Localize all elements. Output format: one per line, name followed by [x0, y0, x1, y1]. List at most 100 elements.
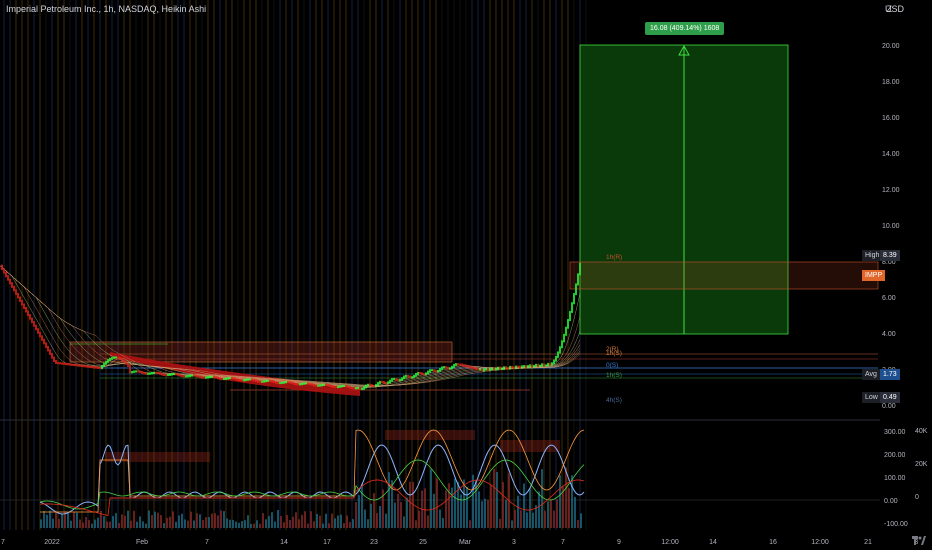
currency-label[interactable]: USD: [885, 4, 904, 14]
candle: [171, 373, 173, 376]
candle: [131, 370, 133, 374]
volume-bar: [361, 483, 363, 528]
volume-bar: [166, 517, 168, 528]
volume-bar: [364, 509, 366, 528]
candle: [527, 365, 529, 369]
candle: [47, 345, 49, 352]
candle: [313, 383, 315, 387]
candle: [409, 375, 411, 379]
volume-bar: [514, 509, 516, 528]
candle: [507, 367, 509, 370]
volume-bar: [490, 485, 492, 528]
candle: [37, 328, 39, 334]
candle: [75, 364, 77, 367]
candle: [551, 362, 553, 366]
candle: [161, 372, 163, 376]
time-axis[interactable]: 72022Feb714172325Mar37912:00141612:0021B: [1, 539, 919, 546]
volume-bar: [55, 510, 57, 528]
candle: [515, 365, 517, 370]
candle: [547, 362, 549, 367]
tradingview-logo-icon[interactable]: [912, 534, 926, 546]
candle: [103, 362, 105, 367]
volume-bar: [454, 478, 456, 528]
volume-bar: [76, 512, 78, 528]
candle: [371, 384, 373, 388]
volume-bar: [289, 519, 291, 528]
volume-bar: [340, 514, 342, 528]
candle: [365, 384, 367, 389]
volume-bar: [409, 481, 411, 528]
volume-bar: [580, 513, 582, 528]
candle: [347, 385, 349, 388]
volume-bar: [199, 514, 201, 528]
volume-bar: [298, 519, 300, 528]
candle: [557, 351, 559, 358]
candle: [241, 379, 243, 382]
volume-bar: [559, 475, 561, 528]
volume-bar: [70, 520, 72, 528]
candle: [157, 371, 159, 375]
volume-bar: [238, 522, 240, 528]
candle: [227, 377, 229, 380]
candle: [113, 356, 115, 359]
volume-bar: [277, 510, 279, 528]
volume-bar: [556, 499, 558, 528]
candle: [217, 376, 219, 380]
volume-bar: [73, 512, 75, 528]
volume-bar: [319, 515, 321, 528]
candle: [183, 375, 185, 378]
volume-bar: [307, 523, 309, 528]
candle: [387, 381, 389, 385]
candle: [119, 356, 121, 360]
candle: [541, 363, 543, 367]
volume-bar: [379, 506, 381, 528]
volume-bar: [208, 517, 210, 528]
volume-bar: [67, 511, 69, 528]
candle: [555, 355, 557, 362]
candle: [251, 378, 253, 381]
volume-bar: [520, 510, 522, 528]
candle: [345, 384, 347, 388]
ma-line: [0, 265, 581, 388]
candle: [185, 375, 187, 378]
volume-bar: [157, 512, 159, 528]
candle: [99, 366, 101, 370]
candle: [97, 366, 99, 369]
candle: [41, 335, 43, 341]
candle: [49, 349, 51, 355]
candle: [433, 369, 435, 373]
high-value: 8.39: [880, 250, 900, 261]
candle: [389, 379, 391, 384]
candle: [21, 299, 23, 306]
candle: [477, 367, 479, 371]
volume-bar: [370, 503, 372, 528]
candle: [159, 372, 161, 375]
volume-bar: [259, 523, 261, 528]
candle: [395, 377, 397, 381]
low-label: Low: [862, 392, 881, 403]
candle: [439, 368, 441, 372]
candle: [355, 387, 357, 390]
volume-bar: [385, 513, 387, 528]
chart-canvas[interactable]: 20.0018.0016.0014.0012.0010.008.006.004.…: [0, 0, 932, 550]
volume-bar: [445, 490, 447, 528]
candle: [319, 384, 321, 387]
volume-bar: [283, 522, 285, 528]
candle: [381, 380, 383, 383]
candle: [323, 383, 325, 386]
volume-bar: [94, 519, 96, 528]
candle: [275, 381, 277, 384]
candle: [305, 382, 307, 385]
price-tick: 20.00: [882, 43, 900, 50]
candle: [337, 385, 339, 389]
candle: [349, 385, 351, 389]
candle: [579, 262, 581, 276]
price-tick: 16.00: [882, 115, 900, 122]
candle: [31, 317, 33, 324]
candle: [393, 377, 395, 381]
candle: [573, 293, 575, 305]
candle: [165, 374, 167, 377]
candle: [135, 370, 137, 373]
volume-bar: [430, 469, 432, 528]
candle: [201, 376, 203, 379]
